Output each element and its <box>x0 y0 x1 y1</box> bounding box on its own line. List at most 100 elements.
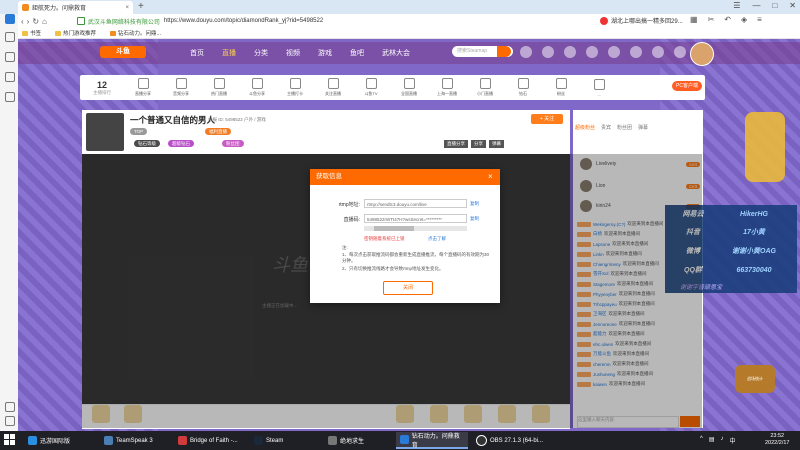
anchor-avatar[interactable] <box>86 113 124 151</box>
category-item[interactable]: 斗鱼分享 <box>238 78 276 97</box>
category-item[interactable]: ... <box>580 78 618 97</box>
nav-category[interactable]: 分类 <box>254 48 268 58</box>
category-item[interactable]: 粉丝 <box>542 78 580 97</box>
app-icon <box>28 436 37 445</box>
room-tool[interactable]: 弹幕 <box>489 140 504 148</box>
category-item[interactable]: 钻石 <box>504 78 542 97</box>
maximize-icon[interactable]: □ <box>772 1 777 10</box>
category-item[interactable]: 小门直播 <box>466 78 504 97</box>
category-item[interactable]: 关注直播 <box>314 78 352 97</box>
video-icon[interactable] <box>5 52 15 62</box>
chat-tab[interactable]: 弹幕 <box>638 124 648 131</box>
new-tab-button[interactable]: + <box>138 1 144 12</box>
stream-key-scrollbar[interactable] <box>364 226 467 231</box>
bookmark-item[interactable]: 钻石动力。问鼎... <box>110 29 161 37</box>
url-field[interactable]: 武汉斗鱼网络科技有限公司 https://www.douyu.com/topic… <box>76 17 323 26</box>
shield-icon[interactable]: ◈ <box>741 15 747 24</box>
message-icon[interactable] <box>586 46 598 58</box>
category-item[interactable]: 全国直播 <box>390 78 428 97</box>
room-tool[interactable]: 直播分享 <box>444 140 468 148</box>
nav-games[interactable]: 游戏 <box>318 48 332 58</box>
room-title: 一个普通又自信的男人 <box>130 115 216 125</box>
taskbar-item[interactable]: 迅游国际版 <box>24 432 94 449</box>
rank-widget[interactable]: 12 主播排行 <box>80 80 124 96</box>
add-icon[interactable] <box>5 402 15 412</box>
clock[interactable]: 23:52 2022/2/17 <box>765 433 789 447</box>
tray-arrow-icon[interactable]: ^ <box>700 436 703 445</box>
chat-tab[interactable]: 贵宾 <box>601 124 611 131</box>
learn-more-link[interactable]: 点击了解 <box>428 236 446 242</box>
undo-icon[interactable]: ↶ <box>724 15 731 24</box>
user-avatar[interactable] <box>690 42 714 66</box>
close-dialog-button[interactable]: 关闭 <box>383 281 433 295</box>
minimize-icon[interactable]: — <box>752 1 760 10</box>
hot-search[interactable]: 湖北上哪出搞一精多回29... <box>600 16 683 25</box>
history-icon[interactable] <box>520 46 532 58</box>
mobile-icon[interactable] <box>652 46 664 58</box>
back-icon[interactable]: ‹ <box>21 17 24 26</box>
overlay-badge <box>745 112 785 182</box>
copy-key-button[interactable]: 复制 <box>470 216 479 222</box>
forward-icon[interactable]: › <box>27 17 30 26</box>
close-tab-icon[interactable]: × <box>125 5 129 11</box>
close-window-icon[interactable]: ✕ <box>789 1 796 10</box>
taskbar-item[interactable]: TeamSpeak 3 <box>100 432 170 449</box>
category-item[interactable]: 热门直播 <box>200 78 238 97</box>
home-icon[interactable]: ⌂ <box>42 17 47 26</box>
menu-icon[interactable]: ☰ <box>733 1 740 10</box>
copy-rtmp-button[interactable]: 复制 <box>470 201 479 207</box>
tasks-icon[interactable] <box>630 46 642 58</box>
scissors-icon[interactable]: ✂ <box>708 15 715 24</box>
refresh-icon[interactable]: ↻ <box>32 17 39 26</box>
stream-key-field[interactable]: 5498522rWTt47H?wsSecret=********* <box>364 214 467 223</box>
volume-icon[interactable]: ♪ <box>721 436 724 445</box>
site-search-button[interactable] <box>497 46 511 57</box>
browser-logo-icon[interactable] <box>5 14 15 24</box>
windows-start-icon[interactable] <box>4 434 16 446</box>
category-item[interactable]: 上海一直播 <box>428 78 466 97</box>
taskbar-item[interactable]: 钻石动力。问鼎救育 <box>396 432 468 449</box>
category-item[interactable]: 斗鱼TV <box>352 78 390 97</box>
more-icon[interactable]: ≡ <box>757 15 762 24</box>
taskbar-item[interactable]: 绝地求生 <box>324 432 384 449</box>
nav-live[interactable]: 直播 <box>222 48 236 58</box>
clock-date: 2022/2/17 <box>765 440 790 446</box>
upload-icon[interactable] <box>608 46 620 58</box>
taskbar-item[interactable]: Bridge of Faith -... <box>174 432 246 449</box>
dialog-title: 获取信息 <box>316 173 342 180</box>
grid-icon[interactable]: ▦ <box>690 15 698 24</box>
dialog-close-icon[interactable]: × <box>488 169 493 185</box>
site-logo[interactable]: 斗鱼 <box>100 46 146 58</box>
favorites-icon[interactable] <box>5 92 15 102</box>
nav-video[interactable]: 视频 <box>286 48 300 58</box>
room-tool[interactable]: 分享 <box>471 140 486 148</box>
category-item[interactable]: 直播分享 <box>124 78 162 97</box>
taskbar-item[interactable]: OBS 27.1.3 (64-bi... <box>472 432 548 449</box>
bookmark-item[interactable]: 热门游戏推荐 <box>55 29 96 37</box>
scrollbar-thumb[interactable] <box>374 226 414 231</box>
browser-tab[interactable]: 鉅航死力。问鼎救育 × <box>18 1 133 14</box>
settings-icon[interactable] <box>5 416 15 426</box>
download-icon[interactable] <box>564 46 576 58</box>
nav-home[interactable]: 首页 <box>190 48 204 58</box>
chat-tab[interactable]: 粉丝团 <box>617 124 632 131</box>
follow-icon[interactable] <box>542 46 554 58</box>
chat-tab[interactable]: 超级粉丝 <box>575 124 595 131</box>
category-item[interactable]: 主播打卡 <box>276 78 314 97</box>
nav-wulin[interactable]: 武林大会 <box>382 48 410 58</box>
room-badge: TOP <box>130 128 148 135</box>
rtmp-field[interactable]: rtmp://sendtc3.douyu.com/live <box>364 199 467 208</box>
douyu-favicon-icon <box>110 30 117 36</box>
bookmark-item[interactable]: 书签 <box>22 29 41 37</box>
category-icon <box>365 78 377 89</box>
nav-fishbar[interactable]: 鱼吧 <box>350 48 364 58</box>
live-icon[interactable] <box>674 46 686 58</box>
network-icon[interactable]: ▤ <box>709 436 715 445</box>
chat-icon[interactable] <box>5 32 15 42</box>
follow-button[interactable]: + 关注 <box>531 114 563 124</box>
category-item[interactable]: 音频分享 <box>162 78 200 97</box>
taskbar-item[interactable]: Steam <box>250 432 310 449</box>
input-method-icon[interactable]: 中 <box>730 436 736 445</box>
pc-client-button[interactable]: PC客户端 <box>672 81 702 91</box>
reader-icon[interactable] <box>5 72 15 82</box>
